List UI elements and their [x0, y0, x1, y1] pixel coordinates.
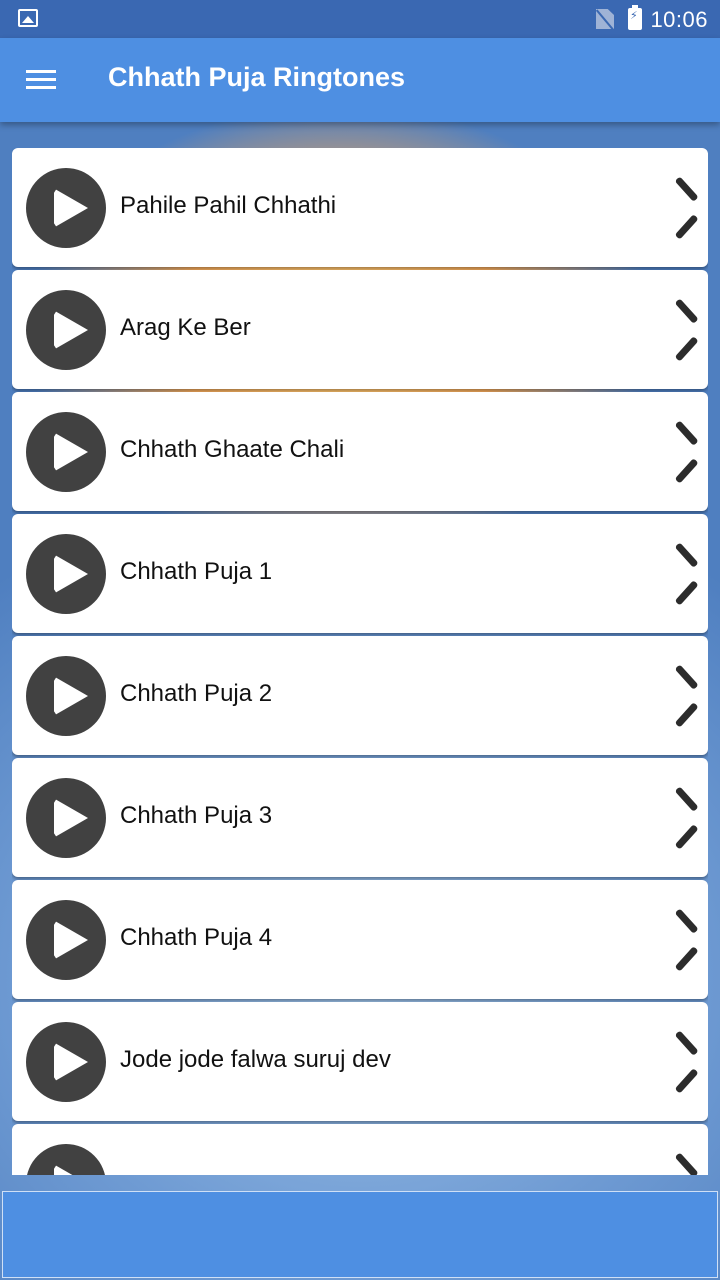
- play-icon[interactable]: [26, 1144, 106, 1175]
- list-item[interactable]: [12, 1124, 708, 1175]
- status-bar: 10:06: [0, 0, 720, 38]
- ringtone-title: Pahile Pahil Chhathi: [120, 192, 337, 219]
- list-item[interactable]: Chhath Ghaate Chali: [12, 392, 708, 511]
- ringtone-title: Chhath Puja 1: [120, 558, 273, 585]
- ringtone-title: Arag Ke Ber: [120, 314, 251, 341]
- chevron-right-icon[interactable]: [670, 188, 700, 228]
- list-item[interactable]: Pahile Pahil Chhathi: [12, 148, 708, 267]
- play-icon[interactable]: [26, 656, 106, 736]
- chevron-right-icon[interactable]: [670, 798, 700, 838]
- play-icon[interactable]: [26, 1022, 106, 1102]
- chevron-right-icon[interactable]: [670, 432, 700, 472]
- chevron-right-icon[interactable]: [670, 554, 700, 594]
- list-item[interactable]: Arag Ke Ber: [12, 270, 708, 389]
- battery-charging-icon: [628, 5, 642, 30]
- ringtone-title: Chhath Puja 4: [120, 924, 273, 951]
- play-icon[interactable]: [26, 778, 106, 858]
- play-icon[interactable]: [26, 290, 106, 370]
- chevron-right-icon[interactable]: [670, 920, 700, 960]
- ringtone-title: Jode jode falwa suruj dev: [120, 1046, 391, 1073]
- play-icon[interactable]: [26, 534, 106, 614]
- play-icon[interactable]: [26, 412, 106, 492]
- list-item[interactable]: Jode jode falwa suruj dev: [12, 1002, 708, 1121]
- list-item[interactable]: Chhath Puja 3: [12, 758, 708, 877]
- play-icon[interactable]: [26, 900, 106, 980]
- play-icon[interactable]: [26, 168, 106, 248]
- app-title: Chhath Puja Ringtones: [108, 62, 405, 92]
- list-item[interactable]: Chhath Puja 2: [12, 636, 708, 755]
- image-icon: [18, 9, 38, 27]
- chevron-right-icon[interactable]: [670, 1164, 700, 1175]
- chevron-right-icon[interactable]: [670, 676, 700, 716]
- ad-banner[interactable]: [2, 1191, 718, 1278]
- app-bar: Chhath Puja Ringtones: [0, 38, 720, 122]
- hamburger-menu-icon[interactable]: [26, 68, 58, 92]
- ringtone-title: Chhath Puja 2: [120, 680, 273, 707]
- chevron-right-icon[interactable]: [670, 310, 700, 350]
- clock: 10:06: [650, 7, 708, 32]
- chevron-right-icon[interactable]: [670, 1042, 700, 1082]
- ringtone-title: Chhath Ghaate Chali: [120, 436, 345, 463]
- list-item[interactable]: Chhath Puja 1: [12, 514, 708, 633]
- ringtone-list[interactable]: Pahile Pahil Chhathi Arag Ke Ber Chhath …: [12, 148, 708, 1175]
- ringtone-title: Chhath Puja 3: [120, 802, 273, 829]
- list-item[interactable]: Chhath Puja 4: [12, 880, 708, 999]
- no-sim-icon: [596, 9, 614, 29]
